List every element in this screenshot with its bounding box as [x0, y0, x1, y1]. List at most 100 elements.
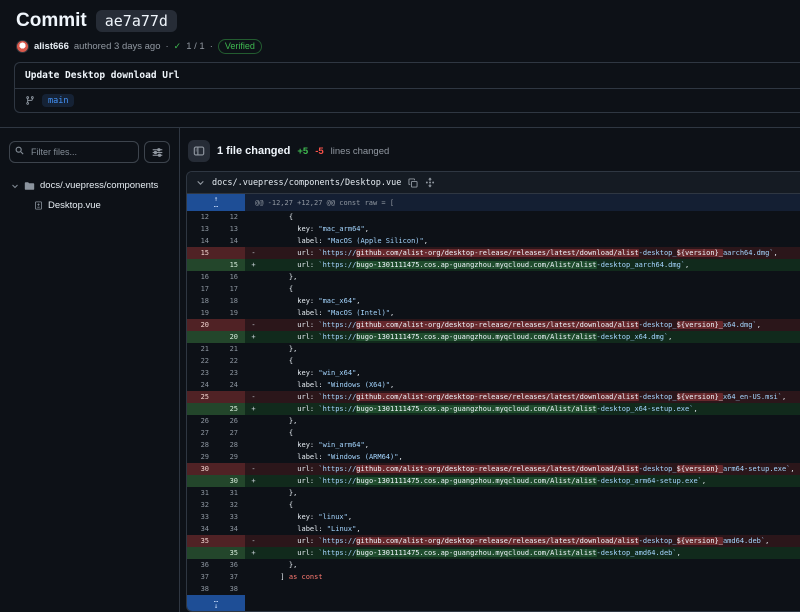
code-line: { [262, 211, 800, 223]
old-line-number[interactable] [187, 547, 216, 559]
diff-row: 15- url: `https://github.com/alist-org/d… [187, 247, 800, 259]
old-line-number[interactable]: 34 [187, 523, 216, 535]
new-line-number[interactable]: 22 [216, 355, 245, 367]
old-line-number[interactable]: 18 [187, 295, 216, 307]
avatar[interactable] [16, 40, 29, 53]
code-text: { [272, 501, 293, 509]
old-line-number[interactable] [187, 259, 216, 271]
new-line-number[interactable]: 24 [216, 379, 245, 391]
new-line-number[interactable]: 18 [216, 295, 245, 307]
old-line-number[interactable]: 21 [187, 343, 216, 355]
toggle-file-tree-button[interactable] [188, 140, 210, 162]
old-line-number[interactable]: 15 [187, 247, 216, 259]
diff-row: 1717 { [187, 283, 800, 295]
old-line-number[interactable]: 33 [187, 511, 216, 523]
old-line-number[interactable]: 24 [187, 379, 216, 391]
old-line-number[interactable]: 14 [187, 235, 216, 247]
old-line-number[interactable]: 37 [187, 571, 216, 583]
new-line-number[interactable] [216, 463, 245, 475]
new-line-number[interactable]: 37 [216, 571, 245, 583]
new-line-number[interactable]: 14 [216, 235, 245, 247]
new-line-number[interactable]: 25 [216, 403, 245, 415]
diff-sign [245, 583, 262, 595]
new-line-number[interactable] [216, 319, 245, 331]
new-line-number[interactable] [216, 247, 245, 259]
diff-sign [245, 295, 262, 307]
code-text: url: [272, 393, 318, 401]
collapse-file-chevron-icon[interactable] [196, 178, 205, 187]
new-line-number[interactable]: 33 [216, 511, 245, 523]
new-line-number[interactable]: 31 [216, 487, 245, 499]
old-line-number[interactable]: 27 [187, 427, 216, 439]
old-line-number[interactable]: 13 [187, 223, 216, 235]
old-line-number[interactable]: 38 [187, 583, 216, 595]
file-options-button[interactable] [425, 177, 435, 188]
new-line-number[interactable]: 19 [216, 307, 245, 319]
old-line-number[interactable]: 19 [187, 307, 216, 319]
old-line-number[interactable]: 35 [187, 535, 216, 547]
old-line-number[interactable] [187, 403, 216, 415]
tree-options-button[interactable] [144, 141, 170, 163]
new-line-number[interactable]: 32 [216, 499, 245, 511]
code-text: , [356, 525, 360, 533]
code-text: `https:// [318, 393, 356, 401]
new-line-number[interactable]: 20 [216, 331, 245, 343]
new-line-number[interactable]: 36 [216, 559, 245, 571]
old-line-number[interactable]: 31 [187, 487, 216, 499]
tree-folder-row[interactable]: docs/.vuepress/components [9, 177, 170, 194]
new-line-number[interactable]: 17 [216, 283, 245, 295]
expand-down-button[interactable]: … ↓ [187, 595, 245, 611]
new-line-number[interactable]: 23 [216, 367, 245, 379]
new-line-number[interactable]: 21 [216, 343, 245, 355]
code-text: url: [272, 261, 318, 269]
verified-badge[interactable]: Verified [218, 39, 262, 54]
filter-files-input[interactable] [9, 141, 139, 163]
old-line-number[interactable]: 28 [187, 439, 216, 451]
new-line-number[interactable]: 29 [216, 451, 245, 463]
new-line-number[interactable]: 15 [216, 259, 245, 271]
code-text: aarch64.dmg` [723, 249, 774, 257]
new-line-number[interactable]: 26 [216, 415, 245, 427]
code-line: url: `https://bugo-1301111475.cos.ap-gua… [262, 475, 800, 487]
new-line-number[interactable]: 16 [216, 271, 245, 283]
tree-file-row[interactable]: Desktop.vue [32, 197, 170, 214]
code-text: , [390, 381, 394, 389]
changed-text: ${version}_ [677, 321, 723, 329]
old-line-number[interactable]: 25 [187, 391, 216, 403]
old-line-number[interactable] [187, 475, 216, 487]
author-link[interactable]: alist666 [34, 41, 69, 52]
old-line-number[interactable]: 23 [187, 367, 216, 379]
new-line-number[interactable]: 13 [216, 223, 245, 235]
old-line-number[interactable]: 22 [187, 355, 216, 367]
code-text: key: [272, 441, 318, 449]
new-line-number[interactable]: 12 [216, 211, 245, 223]
branch-chip[interactable]: main [42, 94, 74, 107]
old-line-number[interactable]: 29 [187, 451, 216, 463]
new-line-number[interactable]: 28 [216, 439, 245, 451]
old-line-number[interactable]: 17 [187, 283, 216, 295]
old-line-number[interactable]: 16 [187, 271, 216, 283]
new-line-number[interactable] [216, 391, 245, 403]
checks-ratio[interactable]: 1 / 1 [186, 41, 205, 52]
file-path[interactable]: docs/.vuepress/components/Desktop.vue [212, 178, 401, 188]
code-text: { [272, 357, 293, 365]
new-line-number[interactable]: 27 [216, 427, 245, 439]
expand-up-button[interactable]: ↑ … [187, 194, 245, 211]
old-line-number[interactable]: 12 [187, 211, 216, 223]
new-line-number[interactable]: 34 [216, 523, 245, 535]
old-line-number[interactable] [187, 331, 216, 343]
checks-success-icon: ✓ [174, 41, 182, 52]
old-line-number[interactable]: 26 [187, 415, 216, 427]
new-line-number[interactable]: 30 [216, 475, 245, 487]
old-line-number[interactable]: 30 [187, 463, 216, 475]
code-text: "MacOS (Intel)" [327, 309, 390, 317]
old-line-number[interactable]: 20 [187, 319, 216, 331]
new-line-number[interactable]: 38 [216, 583, 245, 595]
new-line-number[interactable] [216, 535, 245, 547]
copy-path-button[interactable] [408, 178, 418, 188]
code-text: }, [272, 561, 297, 569]
code-text: "Windows (ARM64)" [327, 453, 399, 461]
old-line-number[interactable]: 32 [187, 499, 216, 511]
old-line-number[interactable]: 36 [187, 559, 216, 571]
new-line-number[interactable]: 35 [216, 547, 245, 559]
